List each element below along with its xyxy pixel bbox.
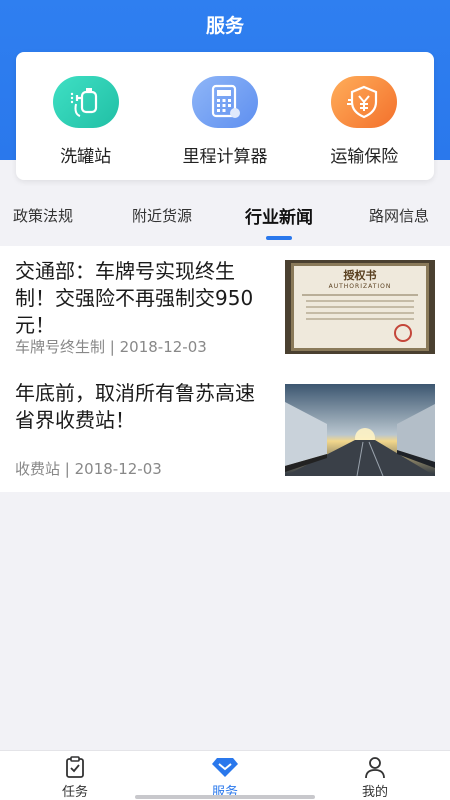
news-list: 交通部：车牌号实现终生制！交强险不再强制交950元！ 车牌号终生制 | 2018… [0, 246, 450, 492]
news-meta: 车牌号终生制 | 2018-12-03 [15, 336, 207, 357]
news-title: 交通部：车牌号实现终生制！交强险不再强制交950元！ [15, 259, 254, 337]
service-mileage-calculator[interactable]: 里程计算器 [160, 76, 290, 167]
tab-policy[interactable]: 政策法规 [13, 205, 73, 226]
meta-separator: | [109, 338, 120, 356]
category-tabs: 政策法规 附近货源 行业新闻 路网信息 [0, 190, 450, 240]
calculator-icon [191, 76, 258, 128]
news-item[interactable]: 年底前，取消所有鲁苏高速省界收费站！ 收费站 | 2018-12-03 [0, 370, 450, 492]
clipboard-check-icon [66, 756, 84, 778]
service-label: 洗罐站 [60, 147, 112, 167]
active-tab-indicator [266, 235, 292, 240]
insurance-shield-icon [331, 76, 398, 128]
news-thumbnail [285, 384, 435, 476]
news-thumbnail: 授权书 AUTHORIZATION [285, 260, 435, 354]
services-card: 洗罐站 里程计算器 运输保险 [16, 52, 434, 180]
tabbar-label: 我的 [361, 785, 388, 800]
tab-nearby-cargo[interactable]: 附近货源 [132, 205, 192, 226]
news-title: 年底前，取消所有鲁苏高速省界收费站！ [15, 381, 255, 432]
service-wash-station[interactable]: 洗罐站 [21, 76, 151, 167]
tabbar-label: 任务 [61, 785, 88, 800]
person-icon [365, 757, 385, 779]
page-title: 服务 [205, 15, 244, 37]
news-item[interactable]: 交通部：车牌号实现终生制！交强险不再强制交950元！ 车牌号终生制 | 2018… [0, 246, 450, 370]
news-tag: 车牌号终生制 [15, 338, 106, 356]
seal-stamp [394, 324, 412, 342]
service-label: 里程计算器 [182, 147, 268, 167]
certificate-paper: 授权书 AUTHORIZATION [291, 263, 429, 351]
tabbar-tasks[interactable]: 任务 [35, 755, 115, 800]
tab-road-info[interactable]: 路网信息 [369, 205, 429, 226]
news-date: 2018-12-03 [74, 460, 162, 478]
meta-separator: | [64, 460, 75, 478]
tab-label: 行业新闻 [245, 207, 313, 228]
news-tag: 收费站 [15, 460, 61, 478]
service-transport-insurance[interactable]: 运输保险 [299, 76, 429, 167]
diamond-icon [212, 758, 238, 777]
service-label: 运输保险 [330, 147, 399, 167]
spray-tank-icon [52, 76, 119, 128]
home-indicator [135, 795, 315, 799]
certificate-heading: 授权书 [343, 269, 377, 282]
bottom-tab-bar: 任务 服务 我的 [0, 750, 450, 800]
certificate-subheading: AUTHORIZATION [328, 283, 392, 290]
tabbar-mine[interactable]: 我的 [335, 755, 415, 800]
tab-industry-news[interactable]: 行业新闻 [245, 203, 313, 240]
news-date: 2018-12-03 [119, 338, 207, 356]
news-meta: 收费站 | 2018-12-03 [15, 458, 162, 479]
tabbar-services[interactable]: 服务 [185, 755, 265, 800]
